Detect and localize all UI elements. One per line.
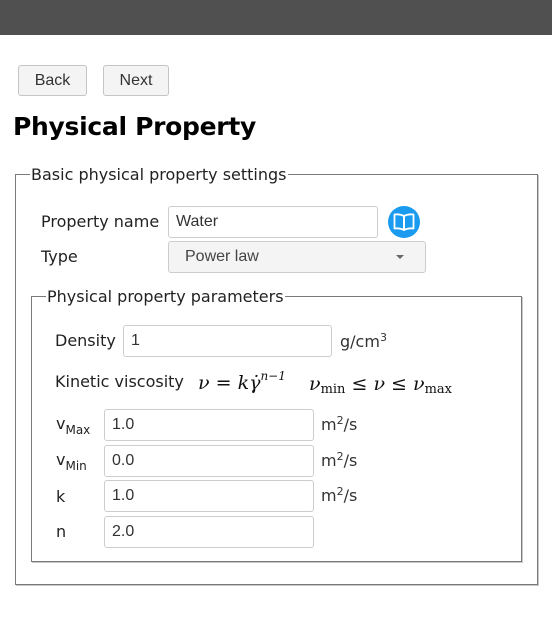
- n-input[interactable]: [104, 516, 314, 548]
- book-icon: [393, 213, 415, 231]
- k-unit: m2/s: [321, 485, 358, 505]
- page-title: Physical Property: [13, 112, 256, 141]
- basic-settings-legend: Basic physical property settings: [31, 165, 287, 184]
- top-bar: [0, 0, 552, 35]
- v-max-unit: m2/s: [321, 414, 358, 434]
- next-button[interactable]: Next: [103, 65, 169, 96]
- viscosity-formula: ν = kγ̇n−1: [198, 369, 286, 394]
- density-input[interactable]: [123, 325, 332, 357]
- type-label: Type: [41, 247, 78, 266]
- v-min-input[interactable]: [104, 445, 314, 477]
- type-select-value: Power law: [185, 248, 259, 265]
- property-name-label: Property name: [41, 212, 160, 231]
- v-min-label: vMin: [56, 450, 87, 473]
- type-select[interactable]: Power law: [168, 241, 426, 273]
- v-max-label: vMax: [56, 414, 91, 437]
- kinetic-viscosity-label: Kinetic viscosity: [55, 372, 184, 391]
- k-input[interactable]: [104, 480, 314, 512]
- v-max-input[interactable]: [104, 409, 314, 441]
- k-label: k: [56, 487, 66, 506]
- book-button[interactable]: [388, 206, 420, 238]
- density-label: Density: [55, 331, 116, 350]
- n-label: n: [56, 522, 67, 541]
- back-button[interactable]: Back: [18, 65, 87, 96]
- density-unit: g/cm3: [340, 331, 387, 351]
- viscosity-constraint: νmin ≤ ν ≤ νmax: [309, 373, 452, 397]
- property-name-input[interactable]: [168, 206, 378, 238]
- chevron-down-icon: [396, 255, 404, 259]
- parameters-legend: Physical property parameters: [47, 287, 284, 306]
- v-min-unit: m2/s: [321, 450, 358, 470]
